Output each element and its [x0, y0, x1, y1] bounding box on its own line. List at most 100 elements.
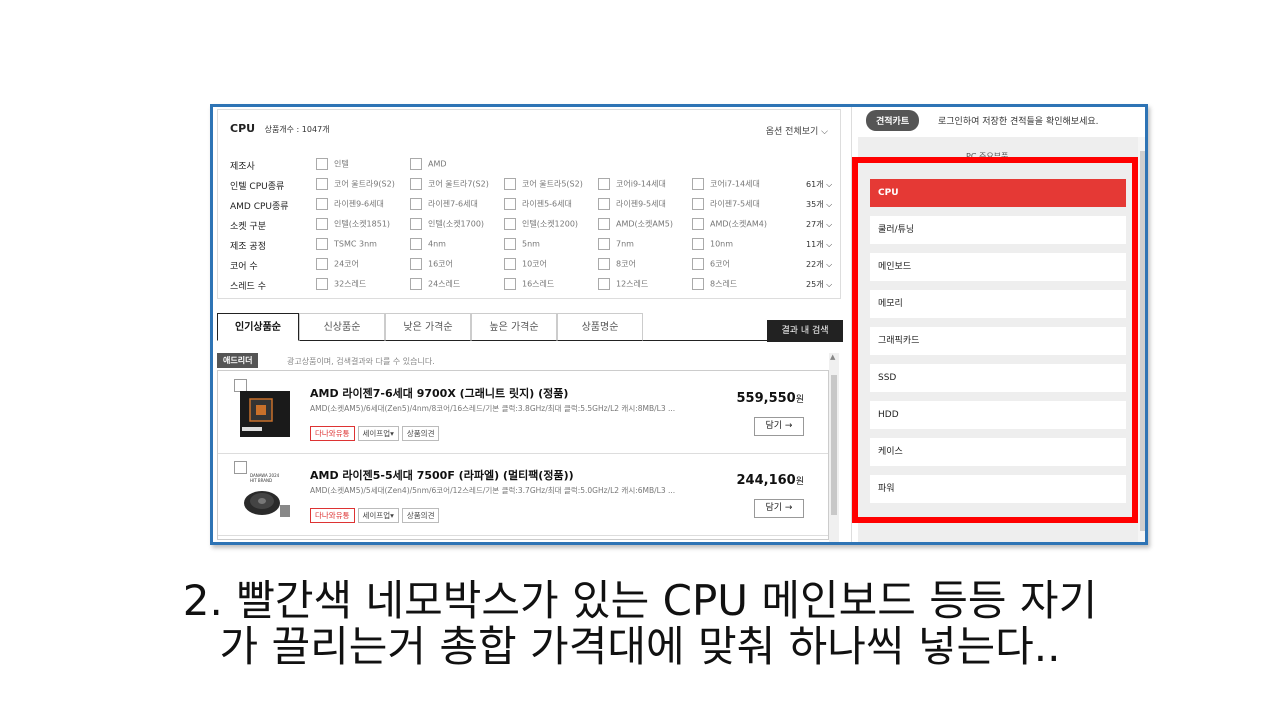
tag-danawa[interactable]: 다나와유통: [310, 508, 355, 523]
filter-checkbox[interactable]: [504, 218, 516, 230]
product-list-scrollbar[interactable]: ▲: [829, 353, 839, 542]
filter-checkbox[interactable]: [598, 238, 610, 250]
filter-checkbox[interactable]: [410, 178, 422, 190]
filter-checkbox[interactable]: [598, 258, 610, 270]
scrollbar-thumb[interactable]: [831, 375, 837, 515]
filter-option-label: 8스레드: [710, 279, 738, 289]
filter-checkbox[interactable]: [316, 198, 328, 210]
filter-checkbox[interactable]: [410, 278, 422, 290]
filter-checkbox[interactable]: [504, 238, 516, 250]
add-to-cart-button[interactable]: 담기 →: [754, 499, 804, 518]
filter-checkbox[interactable]: [692, 238, 704, 250]
filter-option[interactable]: 인텔(소켓1200): [504, 218, 578, 230]
filter-option[interactable]: 코어i7-14세대: [692, 178, 760, 190]
tab-name[interactable]: 상품명순: [557, 313, 643, 341]
tag-safeup[interactable]: 세이프업▾: [357, 508, 399, 523]
filter-more-button[interactable]: 25개 ⌵: [806, 279, 832, 290]
estimate-cart-button[interactable]: 견적카트: [866, 110, 920, 131]
search-in-results-button[interactable]: 결과 내 검색: [767, 320, 843, 342]
filter-option-label: 12스레드: [616, 279, 649, 289]
filter-checkbox[interactable]: [504, 278, 516, 290]
filter-checkbox[interactable]: [692, 278, 704, 290]
filter-option[interactable]: 10코어: [504, 258, 547, 270]
filter-option[interactable]: 라이젠5-6세대: [504, 198, 572, 210]
chevron-down-icon: ⌵: [823, 180, 833, 189]
tag-danawa[interactable]: 다나와유통: [310, 426, 355, 441]
filter-checkbox[interactable]: [410, 158, 422, 170]
tag-safeup[interactable]: 세이프업▾: [357, 426, 399, 441]
product-name[interactable]: AMD 라이젠7-6세대 9700X (그래니트 릿지) (정품): [310, 385, 568, 401]
filter-checkbox[interactable]: [504, 258, 516, 270]
product-name[interactable]: AMD 라이젠5-5세대 7500F (라파엘) (멀티팩(정품)): [310, 467, 574, 483]
filter-option[interactable]: 16코어: [410, 258, 453, 270]
filter-option[interactable]: 24코어: [316, 258, 359, 270]
filter-checkbox[interactable]: [504, 198, 516, 210]
filter-checkbox[interactable]: [692, 218, 704, 230]
filter-option[interactable]: 7nm: [598, 238, 634, 250]
filter-option[interactable]: 8스레드: [692, 278, 737, 290]
filter-option[interactable]: 10nm: [692, 238, 733, 250]
filter-option[interactable]: AMD: [410, 158, 447, 170]
filter-more-button[interactable]: 61개 ⌵: [806, 179, 832, 190]
filter-more-button[interactable]: 27개 ⌵: [806, 219, 832, 230]
filter-option[interactable]: 8코어: [598, 258, 636, 270]
filter-checkbox[interactable]: [410, 218, 422, 230]
filter-option[interactable]: 12스레드: [598, 278, 648, 290]
tab-new[interactable]: 신상품순: [299, 313, 385, 341]
filter-option[interactable]: 코어 울트라5(S2): [504, 178, 583, 190]
filter-option[interactable]: TSMC 3nm: [316, 238, 377, 250]
filter-checkbox[interactable]: [316, 218, 328, 230]
product-row[interactable]: DANAWA 2024 HIT BRAND AMD 라이젠5-5세대 7500F…: [218, 453, 828, 536]
filter-checkbox[interactable]: [598, 278, 610, 290]
tab-popular[interactable]: 인기상품순: [217, 313, 299, 341]
filter-row-label: AMD CPU종류: [230, 202, 289, 212]
filter-option[interactable]: AMD(소켓AM5): [598, 218, 673, 230]
filter-option[interactable]: 라이젠7-6세대: [410, 198, 478, 210]
product-row[interactable]: AMD 라이젠7-6세대 9700X (그래니트 릿지) (정품) AMD(소켓…: [218, 371, 828, 454]
filter-more-button[interactable]: 22개 ⌵: [806, 259, 832, 270]
tag-review[interactable]: 상품의견: [401, 508, 440, 523]
filter-checkbox[interactable]: [692, 178, 704, 190]
filter-checkbox[interactable]: [316, 258, 328, 270]
filter-option[interactable]: 라이젠9-5세대: [598, 198, 666, 210]
filter-checkbox[interactable]: [316, 178, 328, 190]
filter-option[interactable]: 인텔(소켓1851): [316, 218, 390, 230]
filter-option[interactable]: 16스레드: [504, 278, 554, 290]
filter-option[interactable]: 코어i9-14세대: [598, 178, 666, 190]
filter-checkbox[interactable]: [410, 258, 422, 270]
add-to-cart-button[interactable]: 담기 →: [754, 417, 804, 436]
filter-option[interactable]: AMD(소켓AM4): [692, 218, 767, 230]
filter-option[interactable]: 4nm: [410, 238, 446, 250]
filter-checkbox[interactable]: [410, 198, 422, 210]
filter-more-button[interactable]: 35개 ⌵: [806, 199, 832, 210]
filter-checkbox[interactable]: [598, 198, 610, 210]
filter-option-label: 10nm: [710, 239, 734, 249]
tab-low-price[interactable]: 낮은 가격순: [385, 313, 471, 341]
view-all-options-button[interactable]: 옵션 전체보기 ⌵: [766, 124, 828, 137]
filter-option[interactable]: 라이젠7-5세대: [692, 198, 760, 210]
filter-more-button[interactable]: 11개 ⌵: [806, 239, 832, 250]
filter-option[interactable]: 코어 울트라7(S2): [410, 178, 489, 190]
filter-checkbox[interactable]: [692, 258, 704, 270]
category-scrollbar[interactable]: [1138, 137, 1145, 542]
scroll-up-icon[interactable]: ▲: [830, 353, 835, 361]
filter-option[interactable]: 24스레드: [410, 278, 460, 290]
filter-option[interactable]: 인텔(소켓1700): [410, 218, 484, 230]
filter-option[interactable]: 인텔: [316, 158, 349, 170]
tab-high-price[interactable]: 높은 가격순: [471, 313, 557, 341]
filter-checkbox[interactable]: [316, 238, 328, 250]
filter-checkbox[interactable]: [504, 178, 516, 190]
tag-review[interactable]: 상품의견: [401, 426, 440, 441]
filter-option[interactable]: 6코어: [692, 258, 730, 270]
filter-checkbox[interactable]: [598, 218, 610, 230]
filter-checkbox[interactable]: [316, 278, 328, 290]
scrollbar-thumb[interactable]: [1140, 151, 1145, 531]
filter-checkbox[interactable]: [316, 158, 328, 170]
filter-option[interactable]: 5nm: [504, 238, 540, 250]
filter-option[interactable]: 코어 울트라9(S2): [316, 178, 395, 190]
filter-option[interactable]: 라이젠9-6세대: [316, 198, 384, 210]
filter-option[interactable]: 32스레드: [316, 278, 366, 290]
filter-checkbox[interactable]: [692, 198, 704, 210]
filter-checkbox[interactable]: [410, 238, 422, 250]
filter-checkbox[interactable]: [598, 178, 610, 190]
